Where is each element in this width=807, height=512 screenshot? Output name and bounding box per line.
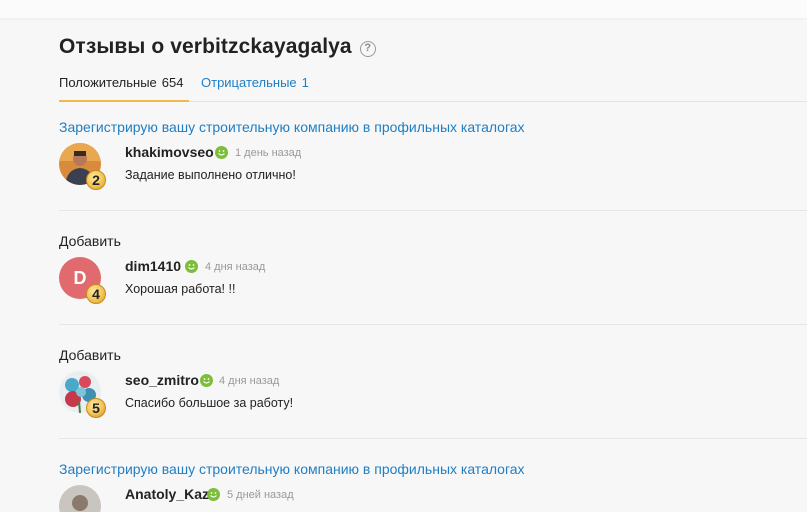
tab-negative-count: 1 — [301, 75, 309, 90]
avatar[interactable] — [59, 485, 101, 512]
review-item: Зарегистрирую вашу строительную компанию… — [59, 461, 807, 512]
tab-positive-label: Положительные — [59, 75, 157, 90]
top-bar — [0, 0, 807, 18]
review-order-title: Добавить — [59, 233, 121, 249]
review-order-title: Добавить — [59, 347, 121, 363]
level-badge: 2 — [86, 170, 106, 190]
positive-smile-icon — [200, 374, 213, 387]
tab-positive-count: 654 — [161, 75, 184, 90]
positive-smile-icon — [207, 488, 220, 501]
username-link[interactable]: khakimovseo — [125, 144, 214, 160]
review-comment: Хорошая работа! !! — [125, 282, 236, 296]
review-order-link[interactable]: Зарегистрирую вашу строительную компанию… — [59, 461, 807, 477]
review-tabs: Положительные 654 Отрицательные 1 — [59, 67, 807, 102]
tab-negative[interactable]: Отрицательные 1 — [201, 75, 309, 102]
page-header: Отзывы о verbitzckayagalya ? — [59, 35, 376, 59]
help-icon[interactable]: ? — [359, 40, 376, 57]
username-link[interactable]: seo_zmitro — [125, 372, 199, 388]
level-badge: 5 — [86, 398, 106, 418]
review-time: 4 дня назад — [219, 375, 280, 387]
username-link[interactable]: dim1410 — [125, 258, 181, 274]
review-item: Добавить D 4 dim1410 4 дня назад Хорошая… — [59, 233, 807, 313]
review-time: 1 день назад — [235, 147, 302, 159]
positive-smile-icon — [215, 146, 228, 159]
tab-positive[interactable]: Положительные 654 — [59, 75, 189, 102]
review-comment: Задание выполнено отлично! — [125, 168, 296, 182]
divider — [59, 438, 807, 439]
review-item: Добавить 5 seo_zmitro 4 дня назад Спасиб… — [59, 347, 807, 427]
review-item: Зарегистрирую вашу строительную компанию… — [59, 119, 807, 199]
tab-negative-label: Отрицательные — [201, 75, 297, 90]
divider — [59, 210, 807, 211]
photo-avatar-icon — [59, 485, 101, 512]
username-link[interactable]: Anatoly_Kaz — [125, 486, 209, 502]
review-order-link[interactable]: Зарегистрирую вашу строительную компанию… — [59, 119, 807, 135]
level-badge: 4 — [86, 284, 106, 304]
page-title: Отзывы о verbitzckayagalya — [59, 35, 352, 58]
review-time: 5 дней назад — [227, 489, 294, 501]
review-time: 4 дня назад — [205, 261, 266, 273]
divider — [59, 324, 807, 325]
review-comment: Спасибо большое за работу! — [125, 396, 294, 410]
positive-smile-icon — [185, 260, 198, 273]
